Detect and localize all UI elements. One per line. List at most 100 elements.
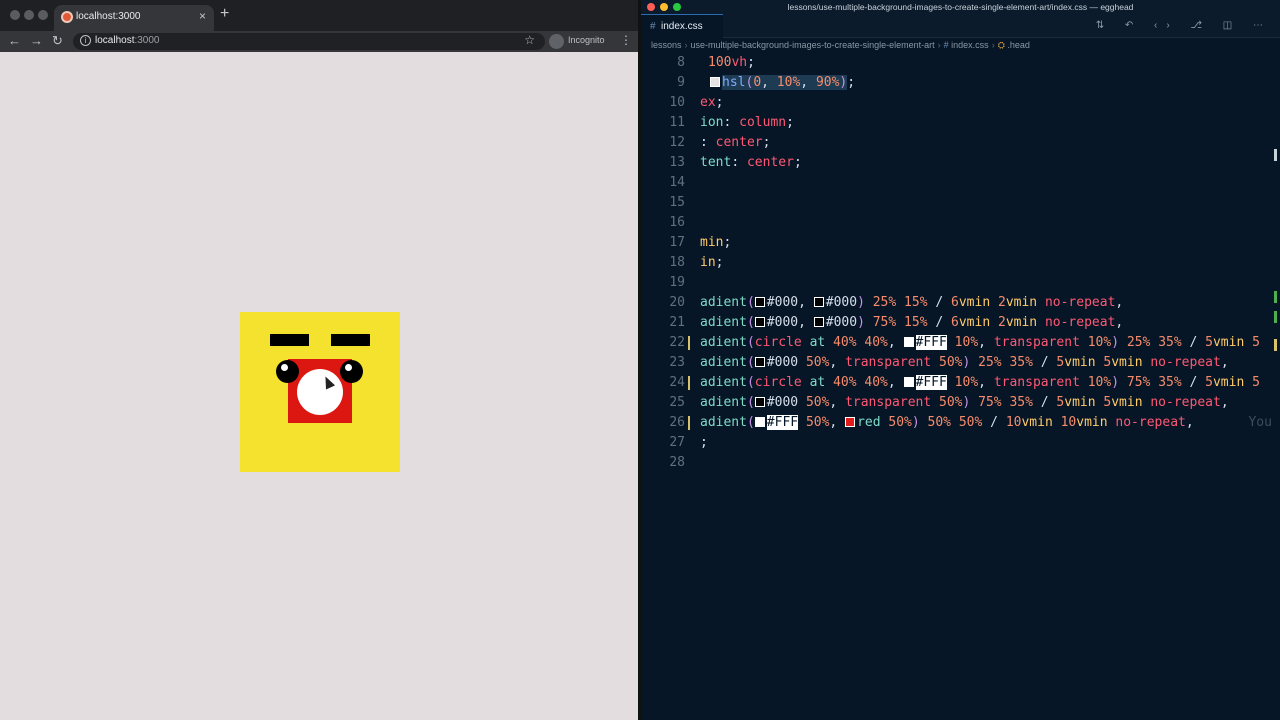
browser-menu-icon[interactable]: ⋮ [620, 33, 632, 47]
line-number: 25 [669, 395, 685, 410]
line-number: 15 [669, 195, 685, 210]
color-swatch[interactable] [903, 377, 914, 387]
back-icon[interactable]: ← [8, 32, 21, 50]
code-line: 21 adient(#000, #000) 75% 15% / 6vmin 2vm… [641, 313, 1280, 333]
right-eyebrow [331, 334, 370, 346]
line-number: 11 [669, 115, 685, 130]
address-bar[interactable]: i localhost:3000 ☆ [73, 33, 545, 50]
color-swatch[interactable] [754, 297, 765, 307]
favicon-icon [61, 11, 73, 23]
white-circle [297, 369, 343, 415]
browser-tab-title: localhost:3000 [76, 11, 141, 22]
line-number: 13 [669, 155, 685, 170]
line-number: 14 [669, 175, 685, 190]
breadcrumb-item[interactable]: lessons [651, 40, 682, 50]
line-number: 10 [669, 95, 685, 110]
code-line: 20 adient(#000, #000) 25% 15% / 6vmin 2vm… [641, 293, 1280, 313]
color-swatch[interactable] [813, 297, 824, 307]
left-eyebrow [270, 334, 309, 346]
line-number: 27 [669, 435, 685, 450]
right-eye [340, 360, 363, 383]
browser-window: localhost:3000 × + ← → ↻ i localhost:300… [0, 0, 640, 720]
color-swatch[interactable] [845, 417, 856, 427]
left-eye-glint [281, 364, 288, 371]
line-number: 22 [669, 335, 685, 350]
line-number: 18 [669, 255, 685, 270]
browser-tab[interactable]: localhost:3000 × [54, 5, 214, 31]
color-swatch[interactable] [754, 417, 765, 427]
color-swatch[interactable] [754, 317, 765, 327]
tab-close-icon[interactable]: × [199, 9, 206, 23]
site-info-icon[interactable]: i [80, 35, 91, 46]
single-element-art-head [240, 312, 400, 472]
color-swatch[interactable] [710, 77, 720, 87]
close-window-icon[interactable] [10, 10, 20, 20]
line-number: 9 [677, 75, 685, 90]
breadcrumb-item[interactable]: index.css [951, 40, 989, 50]
line-number: 8 [677, 55, 685, 70]
color-swatch[interactable] [903, 337, 914, 347]
code-line: 17 min; [641, 233, 1280, 253]
color-swatch[interactable] [754, 397, 765, 407]
breadcrumb: lessons › use-multiple-background-images-t… [651, 40, 1030, 50]
editor-tab-label: index.css [661, 21, 703, 32]
code-line: 15 [641, 193, 1280, 213]
breadcrumb-item[interactable]: use-multiple-background-images-to-create… [691, 40, 935, 50]
code-line: 19 [641, 273, 1280, 293]
editor-window-title: lessons/use-multiple-background-images-t… [787, 2, 1134, 12]
code-line: 14 [641, 173, 1280, 193]
line-number: 26 [669, 415, 685, 430]
code-area[interactable]: 8 100vh; 9 hsl(0, 10%, 90%); 10 ex; 11 ion: … [641, 53, 1280, 720]
line-number: 21 [669, 315, 685, 330]
url-host: localhost [95, 35, 135, 46]
browser-toolbar: ← → ↻ i localhost:3000 ☆ Incognito ⋮ [0, 31, 640, 52]
line-number: 17 [669, 235, 685, 250]
editor-titlebar: lessons/use-multiple-background-images-t… [641, 0, 1280, 14]
reload-icon[interactable]: ↻ [52, 32, 63, 50]
incognito-label: Incognito [568, 35, 605, 45]
code-line: 13 tent: center; [641, 153, 1280, 173]
code-line: 23 adient(#000 50%, transparent 50%) 25% … [641, 353, 1280, 373]
editor-tab-index-css[interactable]: # index.css [641, 14, 723, 38]
browser-tab-strip: localhost:3000 × + [0, 0, 640, 31]
forward-icon[interactable]: → [30, 32, 43, 50]
line-number: 20 [669, 295, 685, 310]
minimize-window-icon[interactable] [24, 10, 34, 20]
editor-tab-bar: # index.css ⇅ ↶ ‹› ⎇ ◫ ⋯ [641, 14, 1280, 38]
right-eye-glint [345, 364, 352, 371]
css-file-icon: # [650, 21, 656, 32]
left-eye [276, 360, 299, 383]
line-number: 28 [669, 455, 685, 470]
line-number: 16 [669, 215, 685, 230]
scrollbar-marker [1274, 291, 1277, 303]
maximize-window-icon[interactable] [38, 10, 48, 20]
code-line: 9 hsl(0, 10%, 90%); [641, 73, 1280, 93]
line-number: 12 [669, 135, 685, 150]
page-viewport [0, 52, 640, 720]
scrollbar-marker [1274, 149, 1277, 161]
code-line: 28 [641, 453, 1280, 473]
editor-actions-icons[interactable]: ⇅ ↶ ‹› ⎇ ◫ ⋯ [1096, 20, 1272, 31]
color-swatch[interactable] [754, 357, 765, 367]
url-port: :3000 [134, 35, 160, 46]
line-number: 19 [669, 275, 685, 290]
code-line: 25 adient(#000 50%, transparent 50%) 75% … [641, 393, 1280, 413]
code-line: 26 adient(#FFF 50%, red 50%) 50% 50% / 10… [641, 413, 1280, 433]
incognito-icon [549, 34, 564, 49]
line-number: 23 [669, 355, 685, 370]
scrollbar-marker [1274, 311, 1277, 323]
new-tab-button[interactable]: + [220, 6, 229, 22]
code-line: 8 100vh; [641, 53, 1280, 73]
code-line: 27; [641, 433, 1280, 453]
code-editor-window: lessons/use-multiple-background-images-t… [641, 0, 1280, 720]
address-url: localhost:3000 [95, 35, 160, 46]
code-line: 16 [641, 213, 1280, 233]
bookmark-star-icon[interactable]: ☆ [524, 33, 535, 47]
color-swatch[interactable] [813, 317, 824, 327]
code-line: 24 adient(circle at 40% 40%, #FFF 10%, tr… [641, 373, 1280, 393]
code-line: 12: center; [641, 133, 1280, 153]
code-line: 10 ex; [641, 93, 1280, 113]
code-line: 22 adient(circle at 40% 40%, #FFF 10%, tr… [641, 333, 1280, 353]
breadcrumb-item[interactable]: .head [1007, 40, 1030, 50]
scrollbar-marker [1274, 339, 1277, 351]
